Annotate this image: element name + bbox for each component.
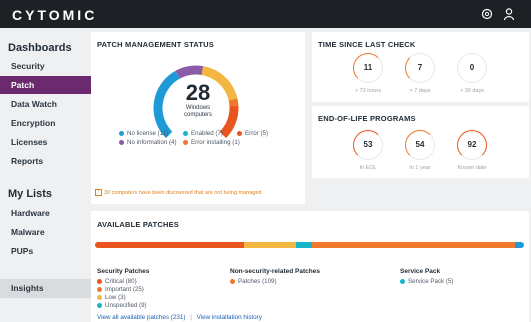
patch-status-title: PATCH MANAGEMENT STATUS xyxy=(97,40,214,49)
legend-item[interactable]: Patches (109) xyxy=(230,277,277,286)
patch-status-card: PATCH MANAGEMENT STATUS 28 Windows compu… xyxy=(91,32,305,204)
patch-bar-segment[interactable] xyxy=(243,242,290,248)
time-72h-circle[interactable]: 11 xyxy=(353,53,383,83)
legend-dot xyxy=(183,139,188,145)
legend-item[interactable]: Enabled (7) xyxy=(183,129,223,138)
sidebar-item-reports[interactable]: Reports xyxy=(0,152,91,170)
legend-dot xyxy=(400,278,405,284)
sidebar-item-insights[interactable]: Insights xyxy=(0,279,91,298)
time-30d-circle[interactable]: 0 xyxy=(457,53,487,83)
legend-dot xyxy=(237,130,242,136)
patch-bar-segment[interactable] xyxy=(312,242,515,248)
view-all-patches-link[interactable]: View all available patches (231) xyxy=(97,314,185,321)
time-72h-label: > 72 hours xyxy=(354,88,382,94)
warning-icon: ! xyxy=(95,189,102,196)
sidebar-item-hardware[interactable]: Hardware xyxy=(0,204,91,222)
sidebar-item-licenses[interactable]: Licenses xyxy=(0,133,91,151)
legend-item[interactable]: Unspecified (9) xyxy=(97,301,147,310)
eol-now-circle[interactable]: 53 xyxy=(353,130,383,160)
view-installation-history-link[interactable]: View installation history xyxy=(197,314,262,321)
eol-title: END-OF-LIFE PROGRAMS xyxy=(318,114,416,123)
total-computers-label-1: Windows xyxy=(185,105,211,111)
time-since-card: TIME SINCE LAST CHECK 11 > 72 hours 7 > … xyxy=(312,32,529,102)
patch-bar-segment[interactable] xyxy=(514,242,524,248)
sidebar-item-data-watch[interactable]: Data Watch xyxy=(0,95,91,113)
time-7d-label: > 7 days xyxy=(409,88,431,94)
legend-label: Error installing (1) xyxy=(191,139,240,146)
legend-dot xyxy=(97,302,102,308)
eol-1y-label: In 1 year xyxy=(409,165,431,171)
sidebar-item-patch[interactable]: Patch xyxy=(0,76,91,94)
legend-label: No information (4) xyxy=(127,139,177,146)
eol-known-label: Known date xyxy=(457,165,487,171)
legend-label: Error (5) xyxy=(245,130,269,137)
legend-dot xyxy=(183,130,188,136)
legend-item[interactable]: Error (5) xyxy=(237,129,268,138)
legend-label: No license (11) xyxy=(127,130,169,137)
legend-label: Critical (80) xyxy=(105,278,137,285)
app-logo: CYTOMIC xyxy=(12,7,98,23)
sidebar: Dashboards Security Patch Data Watch Enc… xyxy=(0,28,91,322)
warning-text: 30 computers have been discovered that a… xyxy=(104,189,262,196)
legend-dot xyxy=(119,130,124,136)
top-bar: CYTOMIC xyxy=(0,0,531,28)
time-30d-label: > 30 days xyxy=(459,88,484,94)
legend-label: Important (25) xyxy=(105,286,144,293)
eol-card: END-OF-LIFE PROGRAMS 53 In EOL 54 In 1 y… xyxy=(312,106,529,178)
gauge-segment[interactable] xyxy=(175,65,204,79)
dashboards-heading: Dashboards xyxy=(8,42,72,54)
non-security-patches-heading: Non-security-related Patches xyxy=(230,268,320,275)
available-patches-bar[interactable] xyxy=(95,242,524,248)
legend-dot xyxy=(230,278,235,284)
legend-label: Patches (109) xyxy=(238,278,277,285)
security-patches-heading: Security Patches xyxy=(97,268,150,275)
legend-dot xyxy=(97,286,102,292)
available-patches-card: AVAILABLE PATCHES Security Patches Criti… xyxy=(91,211,529,322)
eol-1y-circle[interactable]: 54 xyxy=(405,130,435,160)
time-since-title: TIME SINCE LAST CHECK xyxy=(318,40,416,49)
gear-icon[interactable] xyxy=(480,7,494,21)
legend-label: Unspecified (9) xyxy=(105,302,147,309)
legend-dot xyxy=(97,294,102,300)
sidebar-item-security[interactable]: Security xyxy=(0,57,91,75)
service-pack-heading: Service Pack xyxy=(400,268,441,275)
eol-known-circle[interactable]: 92 xyxy=(457,130,487,160)
user-icon[interactable] xyxy=(502,7,516,21)
legend-item[interactable]: No information (4) xyxy=(119,138,177,147)
patch-bar-segment[interactable] xyxy=(95,242,244,248)
patch-bar-segment[interactable] xyxy=(295,242,313,248)
sidebar-item-malware[interactable]: Malware xyxy=(0,223,91,241)
legend-label: Low (3) xyxy=(105,294,126,301)
total-computers-value: 28 xyxy=(185,80,211,105)
legend-dot xyxy=(97,278,102,284)
legend-item[interactable]: Error installing (1) xyxy=(183,138,240,147)
sidebar-item-encryption[interactable]: Encryption xyxy=(0,114,91,132)
total-computers-label-2: computers xyxy=(183,112,212,118)
legend-item[interactable]: No license (11) xyxy=(119,129,168,138)
patch-links: View all available patches (231) | View … xyxy=(97,314,262,321)
eol-now-label: In EOL xyxy=(359,165,377,171)
legend-item[interactable]: Service Pack (5) xyxy=(400,277,453,286)
my-lists-heading: My Lists xyxy=(8,188,53,200)
legend-dot xyxy=(119,139,124,145)
legend-label: Service Pack (5) xyxy=(408,278,454,285)
available-patches-title: AVAILABLE PATCHES xyxy=(97,220,180,229)
time-7d-circle[interactable]: 7 xyxy=(405,53,435,83)
gauge-segment[interactable] xyxy=(228,98,239,107)
link-separator: | xyxy=(190,314,192,321)
unmanaged-warning[interactable]: ! 30 computers have been discovered that … xyxy=(95,189,261,196)
legend-label: Enabled (7) xyxy=(191,130,223,137)
sidebar-item-pups[interactable]: PUPs xyxy=(0,242,91,260)
